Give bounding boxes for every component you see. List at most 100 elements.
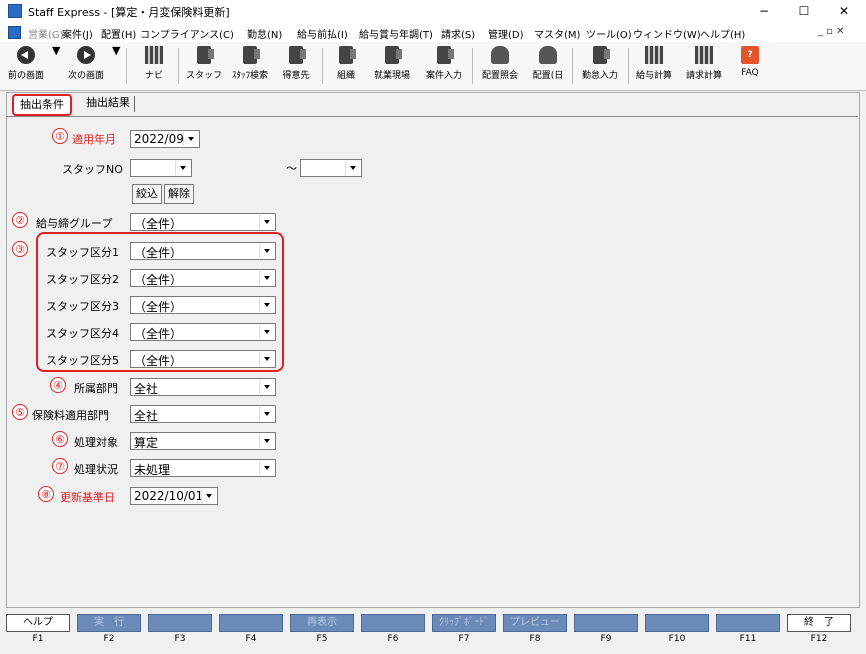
step-badge-2: ② [12,212,28,228]
tab-conditions[interactable]: 抽出条件 [12,94,72,116]
toolbar: 前の画面 ▼ 次の画面 ▼ ナビ スタッフ ｽﾀｯﾌ検索 得意先 組織 就業現場… [0,42,866,91]
tab-results[interactable]: 抽出結果 [80,94,136,112]
menu-placement[interactable]: 配置(H) [101,26,136,41]
chevron-down-icon[interactable] [259,407,274,421]
fkey-f3[interactable]: F3 [148,614,216,650]
staff-search-button[interactable]: ｽﾀｯﾌ検索 [228,44,272,88]
chevron-down-icon[interactable] [259,434,274,448]
payroll-calc-button[interactable]: 給与計算 [630,44,678,88]
fkey-label: F5 [316,634,328,644]
staff-class-5-select[interactable]: （全件） [130,350,276,368]
staff-class-2-select[interactable]: （全件） [130,269,276,287]
menu-attendance[interactable]: 勤怠(N) [247,26,282,41]
placement-inquiry-button[interactable]: 配置照会 [476,44,524,88]
execute-button[interactable]: 実 行 [77,614,141,632]
staff-class-4-select[interactable]: （全件） [130,323,276,341]
preview-button[interactable]: プレビュー [503,614,567,632]
department-select[interactable]: 全社 [130,378,276,396]
attendance-entry-button[interactable]: 勤怠入力 [576,44,624,88]
refresh-button[interactable]: 再表示 [290,614,354,632]
target-select[interactable]: 算定 [130,432,276,450]
f10-button[interactable] [645,614,709,632]
mdi-child-icon[interactable] [8,26,21,39]
placement-daily-button[interactable]: 配置(日 [528,44,568,88]
filter-button[interactable]: 絞込 [132,184,162,204]
staff-class-2-value: （全件） [134,273,183,287]
f9-button[interactable] [574,614,638,632]
chevron-down-icon[interactable] [259,215,274,229]
fkey-f9[interactable]: F9 [574,614,642,650]
exit-button[interactable]: 終 了 [787,614,851,632]
menu-billing[interactable]: 請求(S) [441,26,475,41]
fkey-f8[interactable]: プレビュー F8 [503,614,571,650]
worksite-button[interactable]: 就業現場 [368,44,416,88]
f4-button[interactable] [219,614,283,632]
f3-button[interactable] [148,614,212,632]
fkey-f10[interactable]: F10 [645,614,713,650]
chevron-down-icon[interactable] [259,244,274,258]
chevron-down-icon[interactable] [259,271,274,285]
back-button[interactable]: 前の画面 [4,44,48,88]
menu-help[interactable]: ヘルプ(H) [700,26,745,41]
chevron-down-icon[interactable] [259,325,274,339]
fkey-f1[interactable]: ヘルプ F1 [6,614,74,650]
organization-button[interactable]: 組織 [328,44,364,88]
clipboard-button[interactable]: ｸﾘｯﾌﾟﾎﾞｰﾄﾞ [432,614,496,632]
insurance-dept-select[interactable]: 全社 [130,405,276,423]
back-dropdown-icon[interactable]: ▼ [52,44,60,88]
mdi-window-controls[interactable]: _ ▫ ✕ [818,26,845,37]
billing-calc-button[interactable]: 請求計算 [680,44,728,88]
case-entry-button[interactable]: 案件入力 [420,44,468,88]
chevron-down-icon[interactable] [345,161,360,175]
fkey-f5[interactable]: 再表示 F5 [290,614,358,650]
menu-window[interactable]: ウィンドウ(W) [633,26,701,41]
f11-button[interactable] [716,614,780,632]
menu-advance-pay[interactable]: 給与前払(I) [297,26,348,41]
forward-dropdown-icon[interactable]: ▼ [112,44,120,88]
staff-class-1-select[interactable]: （全件） [130,242,276,260]
chevron-down-icon[interactable] [259,298,274,312]
f6-button[interactable] [361,614,425,632]
fkey-f4[interactable]: F4 [219,614,287,650]
menu-case[interactable]: 案件(J) [62,26,93,41]
status-select[interactable]: 未処理 [130,459,276,477]
chevron-down-icon[interactable] [259,352,274,366]
staff-class-3-select[interactable]: （全件） [130,296,276,314]
menu-sales[interactable]: 営業(G) [28,26,64,41]
chevron-down-icon[interactable] [183,132,198,146]
menu-payroll[interactable]: 給与賞与年調(T) [359,26,433,41]
close-button[interactable]: ✕ [824,1,864,21]
staff-button[interactable]: スタッフ [184,44,224,88]
client-button[interactable]: 得意先 [276,44,316,88]
chevron-down-icon[interactable] [259,380,274,394]
faq-label: FAQ [741,68,759,78]
fkey-f2[interactable]: 実 行 F2 [77,614,145,650]
help-button[interactable]: ヘルプ [6,614,70,632]
navi-button[interactable]: ナビ [136,44,172,88]
chevron-down-icon[interactable] [175,161,190,175]
faq-button[interactable]: ? FAQ [732,44,768,88]
fkey-f12[interactable]: 終 了 F12 [787,614,855,650]
forward-button[interactable]: 次の画面 [64,44,108,88]
minimize-button[interactable]: − [744,1,784,21]
menu-master[interactable]: マスタ(M) [534,26,580,41]
fkey-label: F11 [739,634,757,644]
menu-compliance[interactable]: コンプライアンス(C) [140,26,234,41]
maximize-button[interactable]: ☐ [784,1,824,21]
step-badge-3: ③ [12,241,28,257]
chevron-down-icon[interactable] [201,489,216,503]
fkey-f11[interactable]: F11 [716,614,784,650]
fkey-f6[interactable]: F6 [361,614,429,650]
clear-button[interactable]: 解除 [164,184,194,204]
base-date-select[interactable]: 2022/10/01 [130,487,218,505]
step-badge-4: ④ [50,377,66,393]
fkey-f7[interactable]: ｸﾘｯﾌﾟﾎﾞｰﾄﾞ F7 [432,614,500,650]
pay-group-select[interactable]: （全件） [130,213,276,231]
menu-tools[interactable]: ツール(O) [586,26,632,41]
chevron-down-icon[interactable] [259,461,274,475]
staff-no-from-select[interactable] [130,159,192,177]
apply-month-select[interactable]: 2022/09 [130,130,200,148]
payroll-calc-label: 給与計算 [635,71,672,81]
menu-admin[interactable]: 管理(D) [488,26,524,41]
staff-no-to-select[interactable] [300,159,362,177]
